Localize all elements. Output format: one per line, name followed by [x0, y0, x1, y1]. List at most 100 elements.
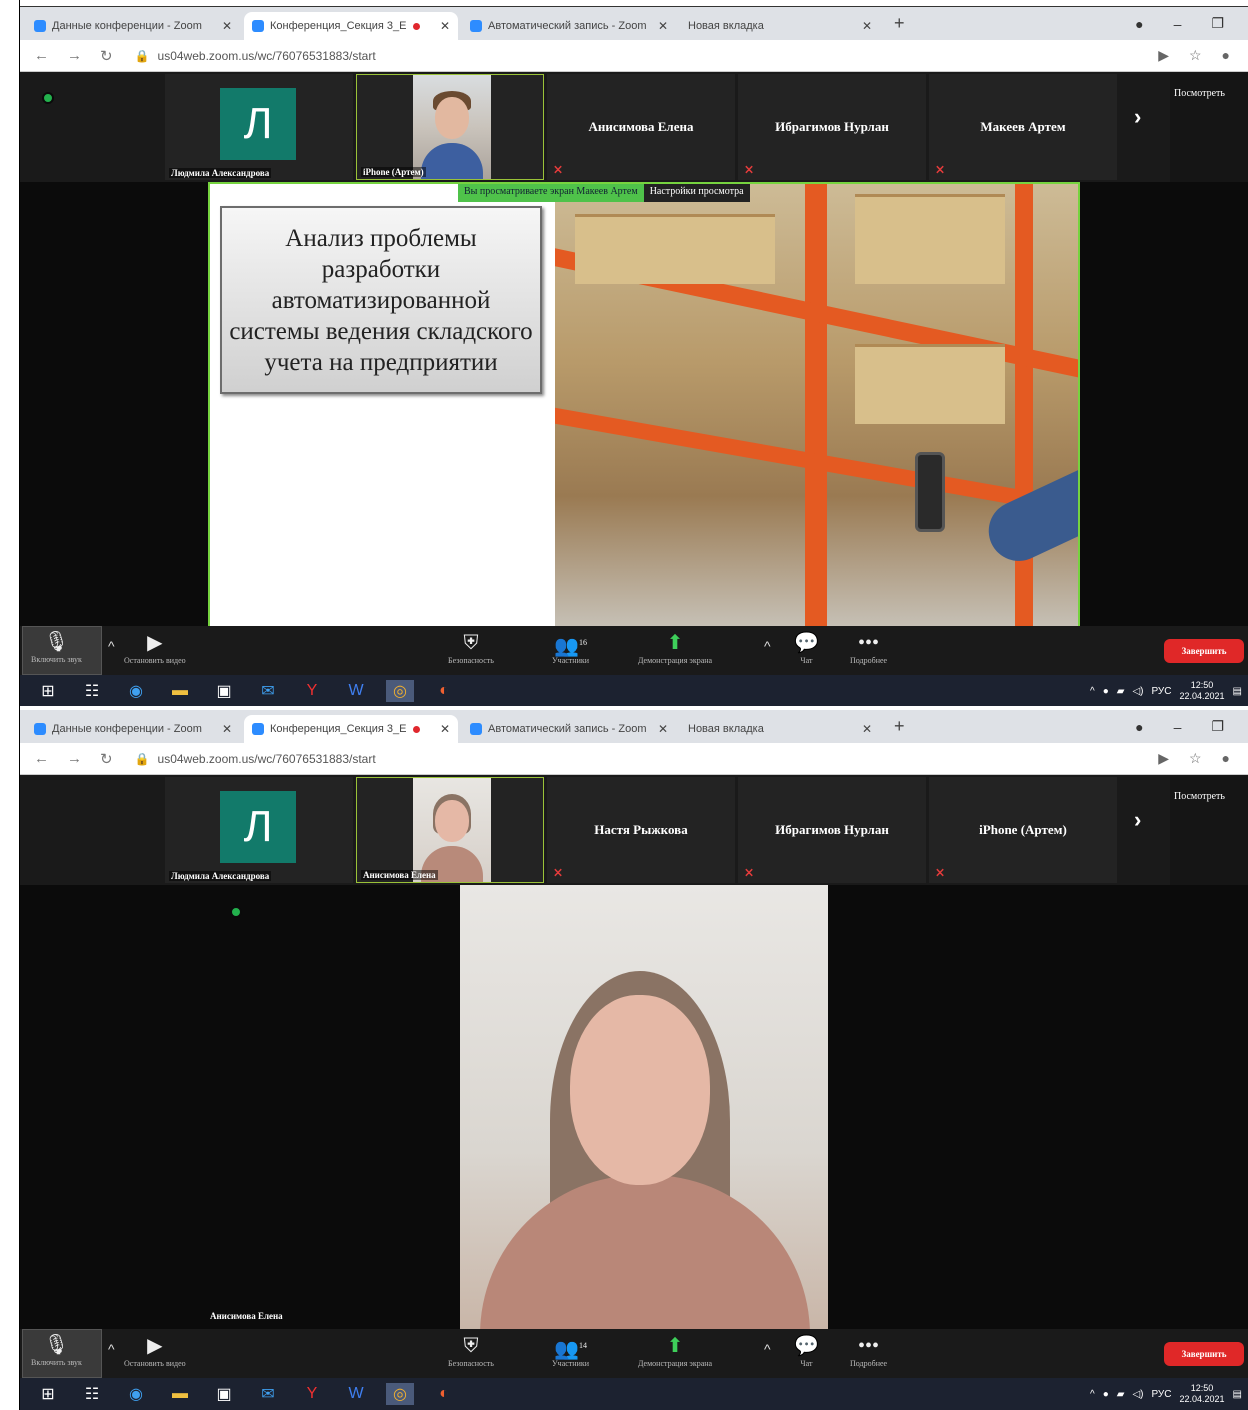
task-view-icon[interactable]: ☷ — [78, 1383, 106, 1405]
unmute-button[interactable]: 🎙 Включить звук — [22, 626, 102, 675]
powerpoint-icon[interactable]: ◐ — [430, 680, 458, 702]
forward-icon[interactable]: → — [67, 750, 82, 768]
close-tab-icon[interactable]: ✕ — [222, 722, 232, 736]
end-meeting-button[interactable]: Завершить — [1164, 639, 1244, 663]
end-meeting-button[interactable]: Завершить — [1164, 1342, 1244, 1366]
word-icon[interactable]: W — [342, 1383, 370, 1405]
caret-up-icon[interactable]: ^ — [108, 1341, 115, 1357]
close-tab-icon[interactable]: ✕ — [658, 19, 668, 33]
windows-start-icon[interactable]: ⊞ — [34, 1383, 62, 1405]
view-button[interactable]: Посмотреть — [1170, 775, 1248, 885]
participant-tile[interactable]: Л Людмила Александрова — [165, 777, 353, 883]
chevron-right-icon[interactable]: › — [1134, 807, 1141, 833]
file-explorer-icon[interactable]: ▬ — [166, 680, 194, 702]
participant-tile[interactable]: Макеев Артем ⨯ — [929, 74, 1117, 180]
browser-tab[interactable]: Новая вкладка ✕ — [680, 12, 880, 40]
yandex-icon[interactable]: Y — [298, 1383, 326, 1405]
share-screen-button[interactable]: ⬆ Демонстрация экрана — [638, 630, 712, 665]
tray-caret-icon[interactable]: ^ — [1090, 1389, 1095, 1400]
more-button[interactable]: ••• Подробнее — [850, 1333, 887, 1368]
participant-tile[interactable]: iPhone (Артем) ⨯ — [929, 777, 1117, 883]
volume-icon[interactable]: ◁) — [1132, 686, 1143, 697]
caret-up-icon[interactable]: ^ — [108, 638, 115, 654]
browser-tab-active[interactable]: Конференция_Секция 3_Е ✕ — [244, 12, 458, 40]
restore-icon[interactable]: ❐ — [1211, 15, 1224, 32]
task-view-icon[interactable]: ☷ — [78, 680, 106, 702]
mail-icon[interactable]: ✉ — [254, 1383, 282, 1405]
participant-tile[interactable]: Ибрагимов Нурлан ⨯ — [738, 777, 926, 883]
url-field[interactable]: us04web.zoom.us/wc/76076531883/start — [158, 752, 376, 766]
windows-start-icon[interactable]: ⊞ — [34, 680, 62, 702]
browser-tab[interactable]: Автоматический запись - Zoom ✕ — [462, 715, 676, 743]
browser-tab[interactable]: Данные конференции - Zoom ✕ — [26, 715, 240, 743]
participant-tile[interactable]: Ибрагимов Нурлан ⨯ — [738, 74, 926, 180]
language-indicator[interactable]: РУС — [1151, 1389, 1171, 1400]
profile-icon[interactable]: ● — [1135, 719, 1143, 735]
video-button[interactable]: ▶ Остановить видео — [124, 1333, 186, 1368]
store-icon[interactable]: ▣ — [210, 680, 238, 702]
yandex-icon[interactable]: Y — [298, 680, 326, 702]
security-button[interactable]: ⛨ Безопасность — [448, 630, 494, 665]
reload-icon[interactable]: ↻ — [100, 47, 113, 65]
chevron-right-icon[interactable]: › — [1134, 104, 1141, 130]
word-icon[interactable]: W — [342, 680, 370, 702]
profile-icon[interactable]: ● — [1135, 16, 1143, 32]
security-button[interactable]: ⛨ Безопасность — [448, 1333, 494, 1368]
close-tab-icon[interactable]: ✕ — [862, 19, 872, 33]
forward-icon[interactable]: → — [67, 47, 82, 65]
notifications-icon[interactable]: ▤ — [1233, 1389, 1242, 1400]
share-screen-button[interactable]: ⬆ Демонстрация экрана — [638, 1333, 712, 1368]
restore-icon[interactable]: ❐ — [1211, 718, 1224, 735]
participant-tile[interactable]: Анисимова Елена — [356, 777, 544, 883]
volume-icon[interactable]: ◁) — [1132, 1389, 1143, 1400]
unmute-button[interactable]: 🎙 Включить звук — [22, 1329, 102, 1378]
account-icon[interactable]: ● — [1222, 47, 1230, 64]
chat-button[interactable]: 💬 Чат — [794, 1333, 819, 1368]
extension-icon[interactable]: ▶ — [1158, 47, 1169, 64]
chat-button[interactable]: 💬 Чат — [794, 630, 819, 665]
video-button[interactable]: ▶ Остановить видео — [124, 630, 186, 665]
file-explorer-icon[interactable]: ▬ — [166, 1383, 194, 1405]
caret-up-icon[interactable]: ^ — [764, 638, 771, 654]
notifications-icon[interactable]: ▤ — [1233, 686, 1242, 697]
participant-tile[interactable]: Настя Рыжкова ⨯ — [547, 777, 735, 883]
close-tab-icon[interactable]: ✕ — [658, 722, 668, 736]
back-icon[interactable]: ← — [34, 750, 49, 768]
participant-tile[interactable]: Л Людмила Александрова — [165, 74, 353, 180]
reload-icon[interactable]: ↻ — [100, 750, 113, 768]
close-tab-icon[interactable]: ✕ — [222, 19, 232, 33]
store-icon[interactable]: ▣ — [210, 1383, 238, 1405]
chrome-icon[interactable]: ◎ — [386, 680, 414, 702]
participant-tile[interactable]: Анисимова Елена ⨯ — [547, 74, 735, 180]
clock[interactable]: 12:50 22.04.2021 — [1180, 680, 1225, 702]
edge-icon[interactable]: ◉ — [122, 1383, 150, 1405]
browser-tab[interactable]: Автоматический запись - Zoom ✕ — [462, 12, 676, 40]
caret-up-icon[interactable]: ^ — [764, 1341, 771, 1357]
minimize-icon[interactable]: – — [1174, 16, 1182, 32]
more-button[interactable]: ••• Подробнее — [850, 630, 887, 665]
bookmark-star-icon[interactable]: ☆ — [1189, 750, 1202, 767]
language-indicator[interactable]: РУС — [1151, 686, 1171, 697]
chrome-icon[interactable]: ◎ — [386, 1383, 414, 1405]
powerpoint-icon[interactable]: ◐ — [430, 1383, 458, 1405]
browser-tab[interactable]: Новая вкладка ✕ — [680, 715, 880, 743]
edge-icon[interactable]: ◉ — [122, 680, 150, 702]
minimize-icon[interactable]: – — [1174, 719, 1182, 735]
mail-icon[interactable]: ✉ — [254, 680, 282, 702]
participants-button[interactable]: 👥16 Участники — [552, 630, 589, 665]
view-button[interactable]: Посмотреть — [1170, 72, 1248, 182]
view-options-button[interactable]: Настройки просмотра — [643, 184, 750, 202]
new-tab-icon[interactable]: + — [894, 716, 905, 737]
url-field[interactable]: us04web.zoom.us/wc/76076531883/start — [158, 49, 376, 63]
extension-icon[interactable]: ▶ — [1158, 750, 1169, 767]
account-icon[interactable]: ● — [1222, 750, 1230, 767]
close-tab-icon[interactable]: ✕ — [440, 19, 450, 33]
close-tab-icon[interactable]: ✕ — [440, 722, 450, 736]
bookmark-star-icon[interactable]: ☆ — [1189, 47, 1202, 64]
browser-tab-active[interactable]: Конференция_Секция 3_Е ✕ — [244, 715, 458, 743]
back-icon[interactable]: ← — [34, 47, 49, 65]
participants-button[interactable]: 👥14 Участники — [552, 1333, 589, 1368]
participant-tile[interactable]: iPhone (Артем) — [356, 74, 544, 180]
tray-caret-icon[interactable]: ^ — [1090, 686, 1095, 697]
new-tab-icon[interactable]: + — [894, 13, 905, 34]
